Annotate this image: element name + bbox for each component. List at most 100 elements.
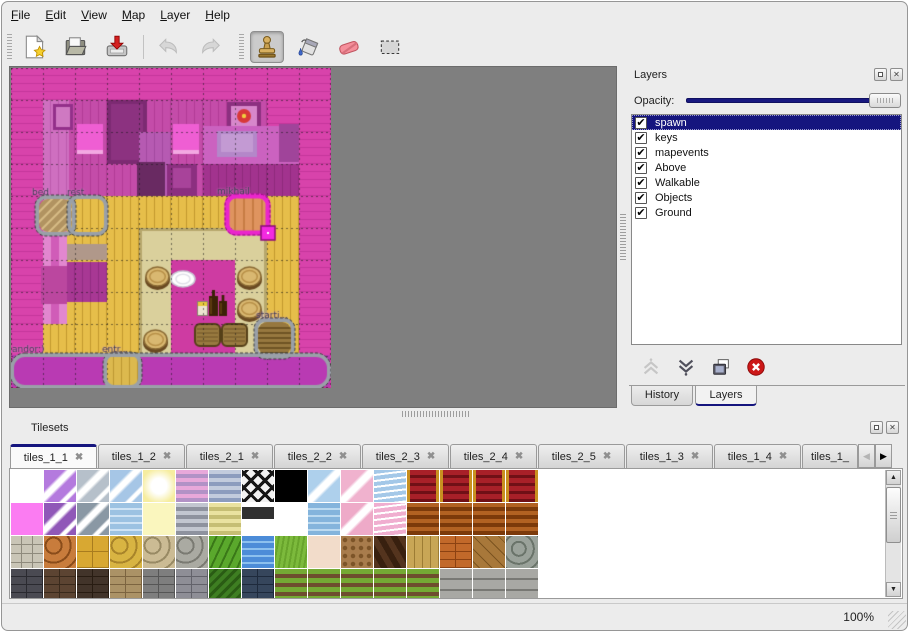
tile-2-14[interactable] (473, 536, 505, 568)
layer-row-Above[interactable]: ✔Above (632, 160, 901, 175)
tile-1-3[interactable] (110, 503, 142, 535)
tile-2-12[interactable] (407, 536, 439, 568)
tile-2-10[interactable] (341, 536, 373, 568)
tab-layers[interactable]: Layers (695, 386, 757, 406)
move-layer-up-button[interactable] (638, 355, 664, 379)
tile-2-5[interactable] (176, 536, 208, 568)
tile-0-15[interactable] (506, 470, 538, 502)
layer-visibility-checkbox[interactable]: ✔ (635, 177, 647, 189)
menu-layer[interactable]: Layer (157, 5, 198, 25)
layer-row-spawn[interactable]: ✔spawn (632, 115, 901, 130)
tile-3-1[interactable] (44, 569, 76, 599)
tile-2-7[interactable] (242, 536, 274, 568)
tile-1-5[interactable] (176, 503, 208, 535)
tile-0-8[interactable] (275, 470, 307, 502)
resize-grip[interactable] (888, 611, 906, 629)
tile-3-14[interactable] (473, 569, 505, 599)
menu-edit[interactable]: Edit (42, 5, 74, 25)
layer-visibility-checkbox[interactable]: ✔ (635, 162, 647, 174)
tile-2-4[interactable] (143, 536, 175, 568)
tileset-tab-tiles_1_3[interactable]: tiles_1_3✖ (626, 444, 713, 468)
toolbar-grip[interactable] (7, 34, 12, 60)
tile-3-2[interactable] (77, 569, 109, 599)
menu-file[interactable]: File (8, 5, 38, 25)
layers-float-button[interactable] (874, 68, 887, 81)
layer-visibility-checkbox[interactable]: ✔ (635, 147, 647, 159)
scroll-up-button[interactable]: ▲ (886, 470, 901, 485)
tile-1-8[interactable] (275, 503, 307, 535)
tile-3-9[interactable] (308, 569, 340, 599)
tile-1-12[interactable] (407, 503, 439, 535)
tile-0-6[interactable] (209, 470, 241, 502)
tile-3-10[interactable] (341, 569, 373, 599)
tileset-tab-tiles_1_2[interactable]: tiles_1_2✖ (98, 444, 185, 468)
horizontal-splitter[interactable] (402, 411, 470, 417)
close-tab-icon[interactable]: ✖ (339, 451, 347, 462)
scrollbar-thumb[interactable] (886, 487, 901, 543)
tile-1-1[interactable] (44, 503, 76, 535)
tile-0-3[interactable] (110, 470, 142, 502)
tile-palette[interactable] (11, 470, 538, 599)
tile-3-0[interactable] (11, 569, 43, 599)
tile-1-2[interactable] (77, 503, 109, 535)
tab-history[interactable]: History (631, 386, 693, 406)
vertical-splitter[interactable] (620, 214, 626, 262)
close-tab-icon[interactable]: ✖ (603, 451, 611, 462)
tile-0-9[interactable] (308, 470, 340, 502)
layer-row-mapevents[interactable]: ✔mapevents (632, 145, 901, 160)
delete-layer-button[interactable] (743, 355, 769, 379)
tabs-scroll-left-button[interactable]: ◀ (858, 444, 875, 468)
close-tab-icon[interactable]: ✖ (251, 451, 259, 462)
tile-1-6[interactable] (209, 503, 241, 535)
scroll-down-button[interactable]: ▼ (886, 582, 901, 597)
tileset-scrollbar[interactable]: ▲ ▼ (885, 470, 901, 597)
tileset-tab-tiles_2_4[interactable]: tiles_2_4✖ (450, 444, 537, 468)
tilesets-close-button[interactable]: ✕ (886, 421, 899, 434)
layer-row-Walkable[interactable]: ✔Walkable (632, 175, 901, 190)
layer-row-Objects[interactable]: ✔Objects (632, 190, 901, 205)
tile-3-13[interactable] (440, 569, 472, 599)
map-viewport[interactable] (9, 66, 617, 408)
tile-2-8[interactable] (275, 536, 307, 568)
tile-1-7[interactable] (242, 503, 274, 535)
tile-0-5[interactable] (176, 470, 208, 502)
tile-2-0[interactable] (11, 536, 43, 568)
tile-3-5[interactable] (176, 569, 208, 599)
close-tab-icon[interactable]: ✖ (427, 451, 435, 462)
eraser-tool-button[interactable] (332, 31, 366, 63)
tile-1-10[interactable] (341, 503, 373, 535)
open-button[interactable] (59, 31, 93, 63)
tile-1-4[interactable] (143, 503, 175, 535)
close-tab-icon[interactable]: ✖ (163, 451, 171, 462)
tileset-tab-truncated[interactable]: tiles_1_ (802, 444, 858, 468)
tile-3-3[interactable] (110, 569, 142, 599)
tile-3-7[interactable] (242, 569, 274, 599)
tile-0-11[interactable] (374, 470, 406, 502)
tile-3-11[interactable] (374, 569, 406, 599)
tile-0-10[interactable] (341, 470, 373, 502)
tile-1-13[interactable] (440, 503, 472, 535)
opacity-slider-handle[interactable] (869, 93, 901, 108)
tile-3-6[interactable] (209, 569, 241, 599)
close-tab-icon[interactable]: ✖ (515, 451, 523, 462)
tile-3-15[interactable] (506, 569, 538, 599)
tile-0-0[interactable] (11, 470, 43, 502)
layer-row-Ground[interactable]: ✔Ground (632, 205, 901, 220)
layer-visibility-checkbox[interactable]: ✔ (635, 132, 647, 144)
tile-0-4[interactable] (143, 470, 175, 502)
tile-3-12[interactable] (407, 569, 439, 599)
tilesets-float-button[interactable] (870, 421, 883, 434)
tileset-tab-tiles_2_1[interactable]: tiles_2_1✖ (186, 444, 273, 468)
tile-2-1[interactable] (44, 536, 76, 568)
layer-visibility-checkbox[interactable]: ✔ (635, 192, 647, 204)
duplicate-layer-button[interactable] (708, 355, 734, 379)
menu-view[interactable]: View (78, 5, 115, 25)
tileset-tab-tiles_1_1[interactable]: tiles_1_1✖ (10, 444, 97, 468)
move-layer-down-button[interactable] (673, 355, 699, 379)
rect-select-tool-button[interactable] (373, 31, 407, 63)
tile-1-11[interactable] (374, 503, 406, 535)
toolbar-grip-2[interactable] (239, 34, 244, 60)
tile-1-0[interactable] (11, 503, 43, 535)
tile-0-2[interactable] (77, 470, 109, 502)
tile-1-14[interactable] (473, 503, 505, 535)
